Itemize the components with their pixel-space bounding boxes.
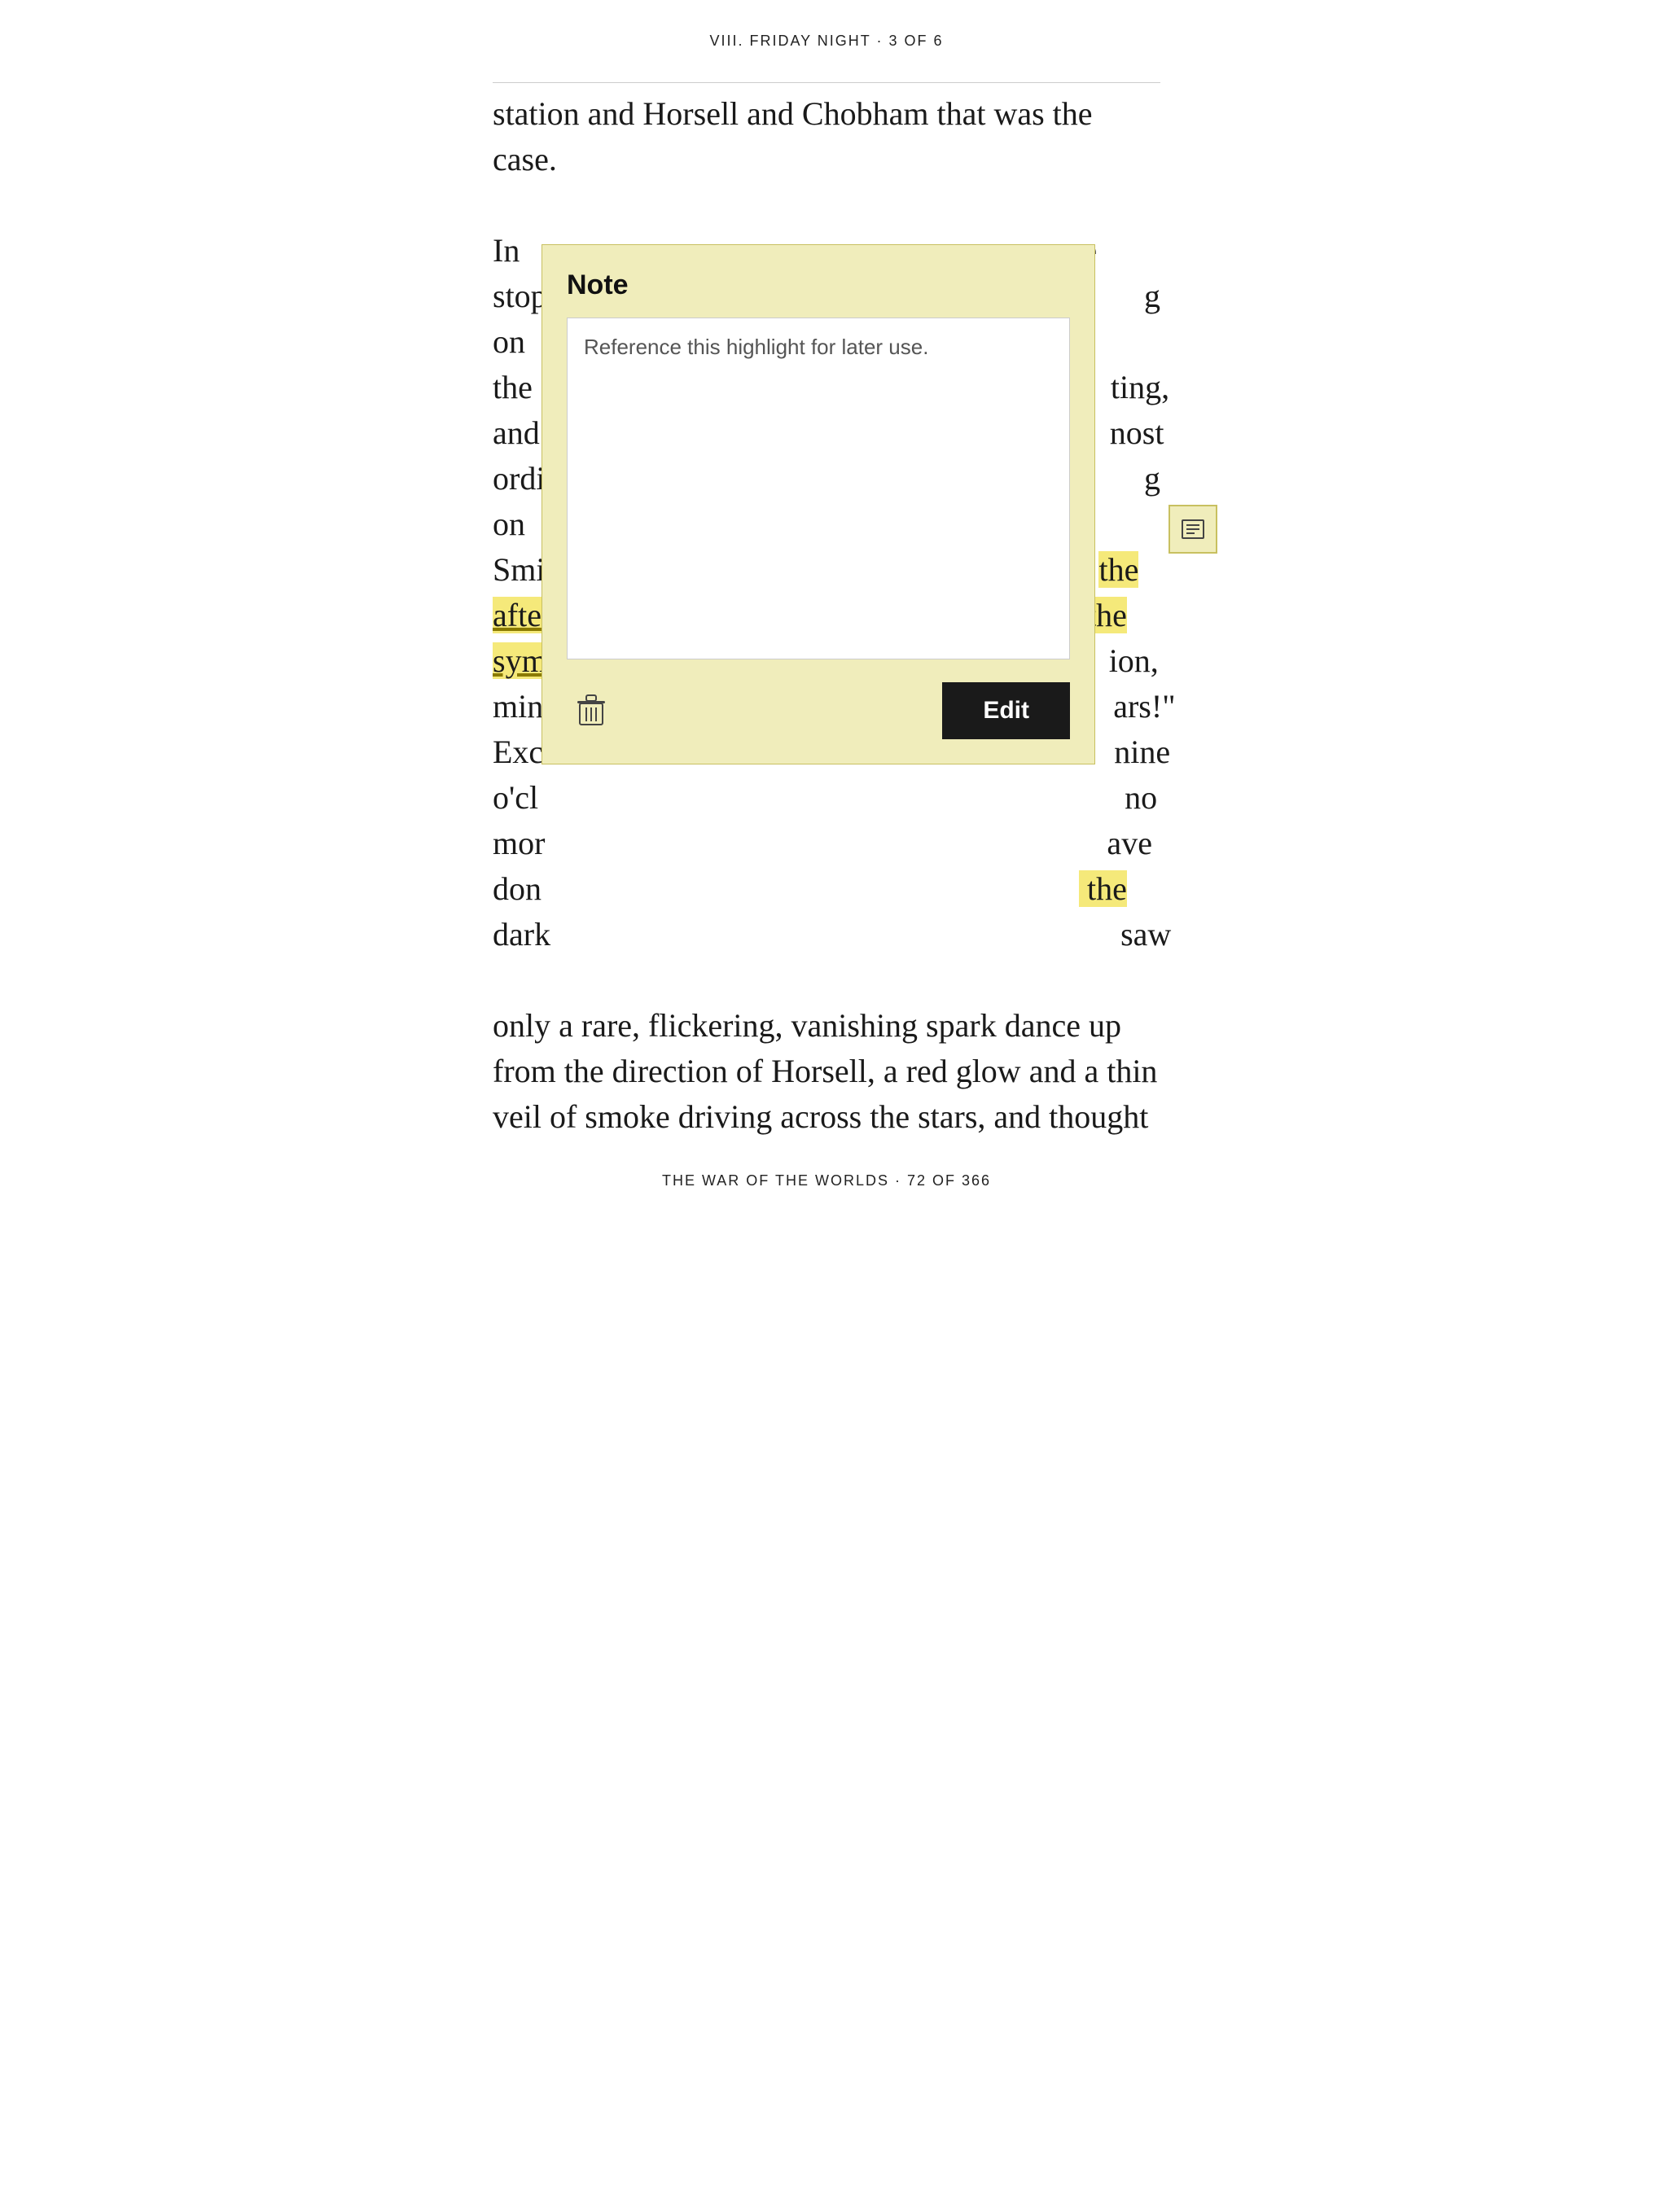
- footer-separator: ·: [895, 1172, 907, 1189]
- footer-book-title: THE WAR OF THE WORLDS: [662, 1172, 889, 1189]
- text-line-mor: mor ave: [493, 821, 1160, 866]
- text-line-oclock: o'cl no: [493, 775, 1160, 821]
- text-line-don: don the: [493, 866, 1160, 912]
- edit-note-button[interactable]: Edit: [942, 682, 1070, 739]
- sidebar-note-icon[interactable]: [1168, 505, 1217, 554]
- text-line-1: station and Horsell and Chobham that was…: [493, 91, 1160, 137]
- chapter-page: 3 OF 6: [889, 33, 944, 49]
- text-line-bottom2: from the direction of Horsell, a red glo…: [493, 1049, 1160, 1094]
- chapter-separator: ·: [877, 33, 889, 49]
- delete-note-button[interactable]: [567, 686, 616, 735]
- top-divider: [493, 82, 1160, 83]
- text-line-bottom3: veil of smoke driving across the stars, …: [493, 1094, 1160, 1140]
- note-actions-row: Edit: [567, 682, 1070, 739]
- text-line-dark: dark saw: [493, 912, 1160, 957]
- chapter-header: VIII. FRIDAY NIGHT · 3 OF 6: [493, 33, 1160, 50]
- note-textarea-container[interactable]: Reference this highlight for later use.: [567, 318, 1070, 659]
- note-textarea-content: Reference this highlight for later use.: [584, 335, 1053, 360]
- text-line-bottom1: only a rare, flickering, vanishing spark…: [493, 1003, 1160, 1049]
- footer: THE WAR OF THE WORLDS · 72 OF 366: [493, 1172, 1160, 1206]
- footer-page: 72 OF 366: [907, 1172, 991, 1189]
- chapter-title: VIII. FRIDAY NIGHT: [709, 33, 870, 49]
- note-title: Note: [567, 269, 1070, 301]
- note-popup: Note Reference this highlight for later …: [542, 244, 1095, 764]
- text-line-2: case.: [493, 137, 1160, 182]
